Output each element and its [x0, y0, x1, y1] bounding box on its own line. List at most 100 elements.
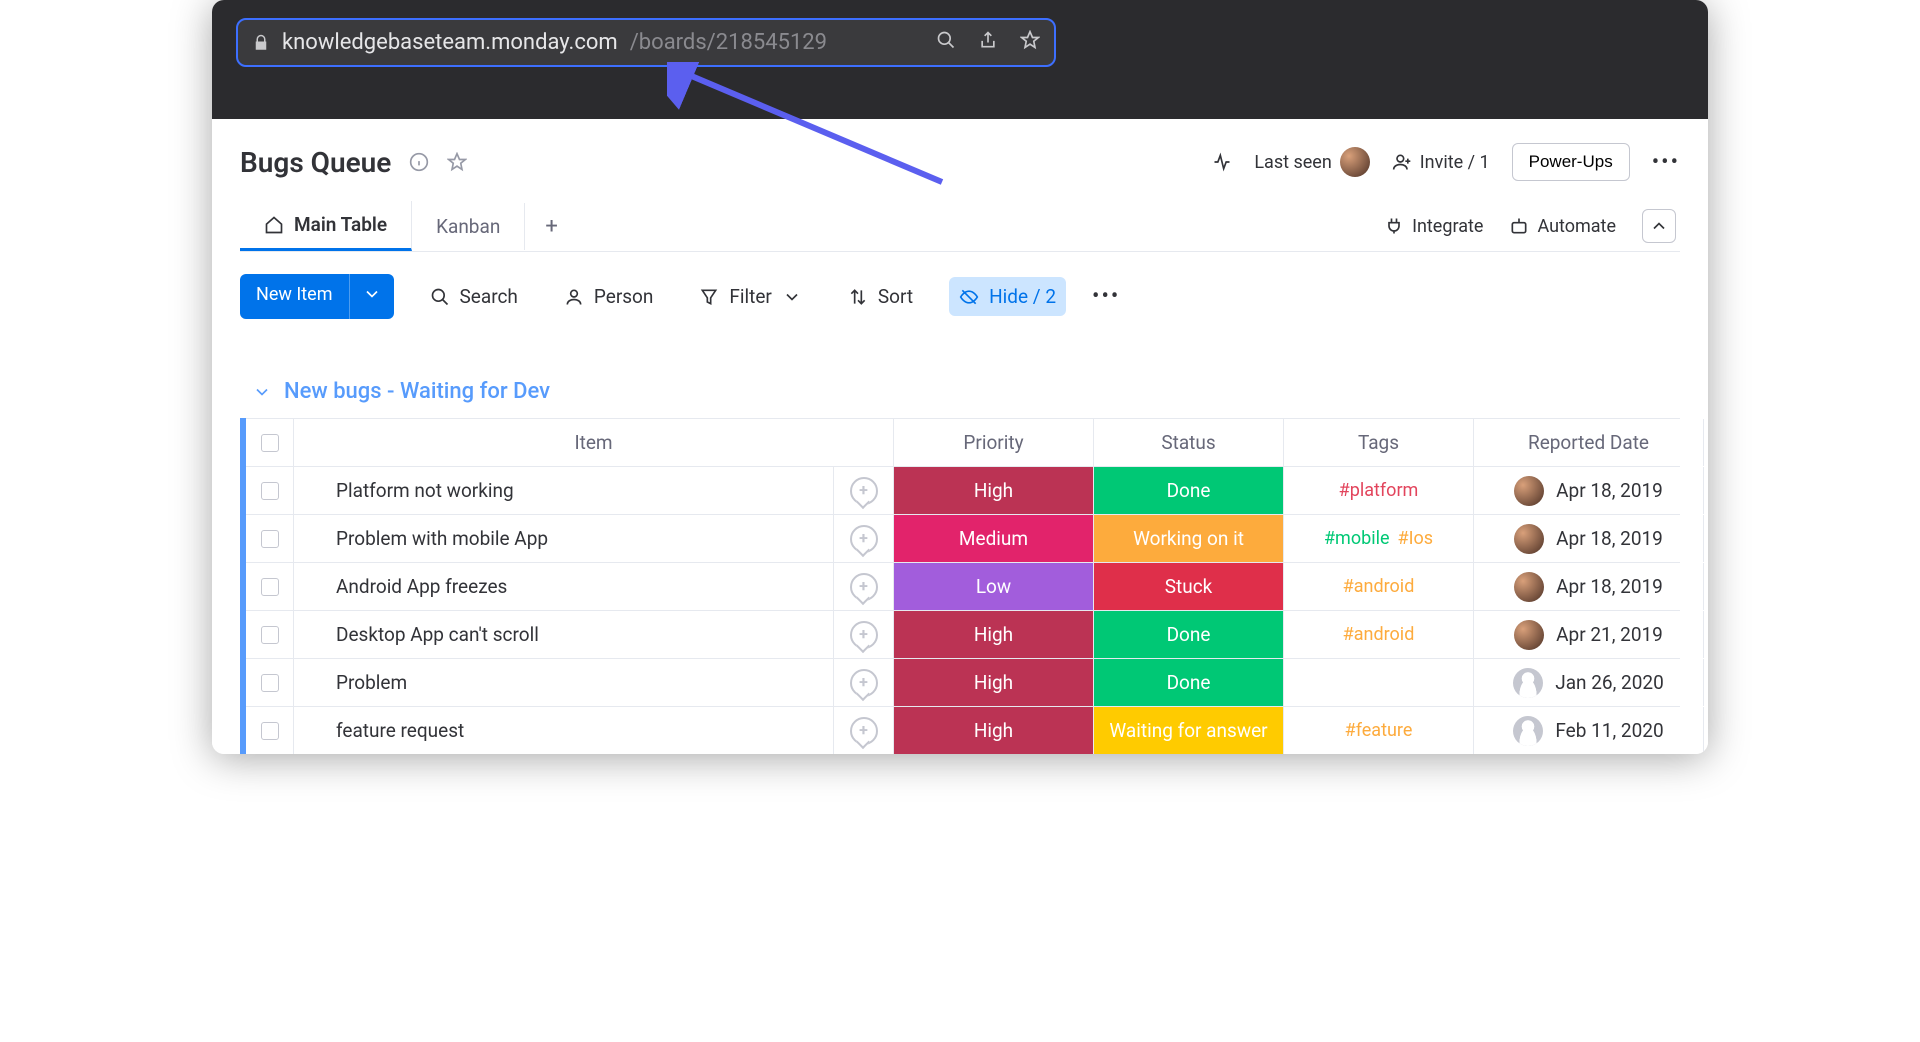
row-checkbox-cell[interactable] [246, 611, 294, 658]
share-icon[interactable] [978, 30, 998, 55]
reporter-avatar[interactable] [1514, 524, 1544, 554]
checkbox[interactable] [261, 578, 279, 596]
item-name-cell[interactable]: Android App freezes [294, 563, 834, 610]
new-item-dropdown[interactable] [349, 274, 394, 319]
conversation-cell[interactable] [834, 707, 894, 754]
status-cell[interactable]: Waiting for answer [1094, 707, 1284, 754]
row-checkbox-cell[interactable] [246, 515, 294, 562]
collapse-button[interactable] [1642, 209, 1676, 243]
add-update-icon[interactable] [850, 525, 878, 553]
item-name-cell[interactable]: Problem [294, 659, 834, 706]
activity-icon[interactable] [1212, 152, 1232, 172]
info-icon[interactable] [409, 152, 429, 172]
tag[interactable]: #android [1343, 576, 1415, 597]
priority-cell[interactable]: High [894, 707, 1094, 754]
tags-cell[interactable]: #mobile #Ios [1284, 515, 1474, 562]
checkbox[interactable] [261, 722, 279, 740]
reported-date-cell[interactable]: Apr 18, 2019 [1474, 515, 1704, 562]
search-icon[interactable] [936, 30, 956, 55]
status-cell[interactable]: Stuck [1094, 563, 1284, 610]
reporter-avatar[interactable] [1513, 668, 1543, 698]
conversation-cell[interactable] [834, 515, 894, 562]
row-checkbox-cell[interactable] [246, 563, 294, 610]
status-cell[interactable]: Done [1094, 611, 1284, 658]
conversation-cell[interactable] [834, 611, 894, 658]
checkbox[interactable] [261, 674, 279, 692]
conversation-cell[interactable] [834, 467, 894, 514]
address-bar[interactable]: knowledgebaseteam.monday.com/boards/2185… [236, 18, 1056, 67]
star-icon[interactable] [1020, 30, 1040, 55]
tag[interactable]: #mobile [1324, 528, 1390, 549]
tags-cell[interactable]: #platform [1284, 467, 1474, 514]
conversation-cell[interactable] [834, 563, 894, 610]
powerups-button[interactable]: Power-Ups [1512, 143, 1630, 181]
item-name-cell[interactable]: Problem with mobile App [294, 515, 834, 562]
item-name-cell[interactable]: feature request [294, 707, 834, 754]
add-update-icon[interactable] [850, 573, 878, 601]
item-name-cell[interactable]: Desktop App can't scroll [294, 611, 834, 658]
tag[interactable]: #feature [1345, 720, 1413, 741]
add-update-icon[interactable] [850, 669, 878, 697]
table-row[interactable]: Android App freezesLowStuck#androidApr 1… [246, 562, 1680, 610]
row-checkbox-cell[interactable] [246, 707, 294, 754]
select-all-cell[interactable] [246, 419, 294, 466]
invite-button[interactable]: Invite / 1 [1392, 152, 1490, 173]
status-cell[interactable]: Working on it [1094, 515, 1284, 562]
col-status[interactable]: Status [1094, 419, 1284, 466]
priority-cell[interactable]: Medium [894, 515, 1094, 562]
checkbox[interactable] [261, 434, 279, 452]
col-item[interactable]: Item [294, 419, 894, 466]
favorite-star-icon[interactable] [447, 152, 467, 172]
tags-cell[interactable] [1284, 659, 1474, 706]
search-tool[interactable]: Search [420, 277, 528, 316]
checkbox[interactable] [261, 626, 279, 644]
conversation-cell[interactable] [834, 659, 894, 706]
reporter-avatar[interactable] [1514, 572, 1544, 602]
row-checkbox-cell[interactable] [246, 659, 294, 706]
reporter-avatar[interactable] [1513, 716, 1543, 746]
reported-date-cell[interactable]: Apr 18, 2019 [1474, 563, 1704, 610]
more-menu-icon[interactable]: ••• [1652, 150, 1680, 175]
row-checkbox-cell[interactable] [246, 467, 294, 514]
reported-date-cell[interactable]: Feb 11, 2020 [1474, 707, 1704, 754]
table-row[interactable]: Problem with mobile App MediumWorking on … [246, 514, 1680, 562]
person-filter[interactable]: Person [554, 277, 664, 316]
add-update-icon[interactable] [850, 477, 878, 505]
status-cell[interactable]: Done [1094, 659, 1284, 706]
reported-date-cell[interactable]: Apr 18, 2019 [1474, 467, 1704, 514]
reported-date-cell[interactable]: Jan 26, 2020 [1474, 659, 1704, 706]
new-item-main[interactable]: New Item [240, 274, 349, 319]
tags-cell[interactable]: #android [1284, 563, 1474, 610]
checkbox[interactable] [261, 530, 279, 548]
status-cell[interactable]: Done [1094, 467, 1284, 514]
tag[interactable]: #android [1343, 624, 1415, 645]
col-tags[interactable]: Tags [1284, 419, 1474, 466]
add-update-icon[interactable] [850, 717, 878, 745]
add-view-button[interactable]: + [525, 202, 577, 251]
automate-button[interactable]: Automate [1509, 216, 1616, 237]
toolbar-more-icon[interactable]: ••• [1092, 284, 1120, 309]
tags-cell[interactable]: #android [1284, 611, 1474, 658]
priority-cell[interactable]: High [894, 659, 1094, 706]
integrate-button[interactable]: Integrate [1384, 216, 1483, 237]
col-reported-date[interactable]: Reported Date [1474, 419, 1704, 466]
item-name-cell[interactable]: Platform not working [294, 467, 834, 514]
new-item-button[interactable]: New Item [240, 274, 394, 319]
priority-cell[interactable]: Low [894, 563, 1094, 610]
priority-cell[interactable]: High [894, 611, 1094, 658]
sort-tool[interactable]: Sort [838, 277, 923, 316]
tags-cell[interactable]: #feature [1284, 707, 1474, 754]
tag[interactable]: #Ios [1398, 528, 1434, 549]
table-row[interactable]: Desktop App can't scroll HighDone #android… [246, 610, 1680, 658]
tab-kanban[interactable]: Kanban [412, 203, 525, 250]
table-row[interactable]: Platform not workingHighDone#platformApr… [246, 466, 1680, 514]
table-row[interactable]: ProblemHighDoneJan 26, 2020 [246, 658, 1680, 706]
tab-main-table[interactable]: Main Table [240, 201, 412, 251]
col-priority[interactable]: Priority [894, 419, 1094, 466]
add-update-icon[interactable] [850, 621, 878, 649]
reporter-avatar[interactable] [1514, 620, 1544, 650]
priority-cell[interactable]: High [894, 467, 1094, 514]
table-row[interactable]: feature request HighWaiting for answer #fe… [246, 706, 1680, 754]
tag[interactable]: #platform [1339, 480, 1419, 501]
group-header[interactable]: New bugs - Waiting for Dev [252, 379, 1680, 404]
